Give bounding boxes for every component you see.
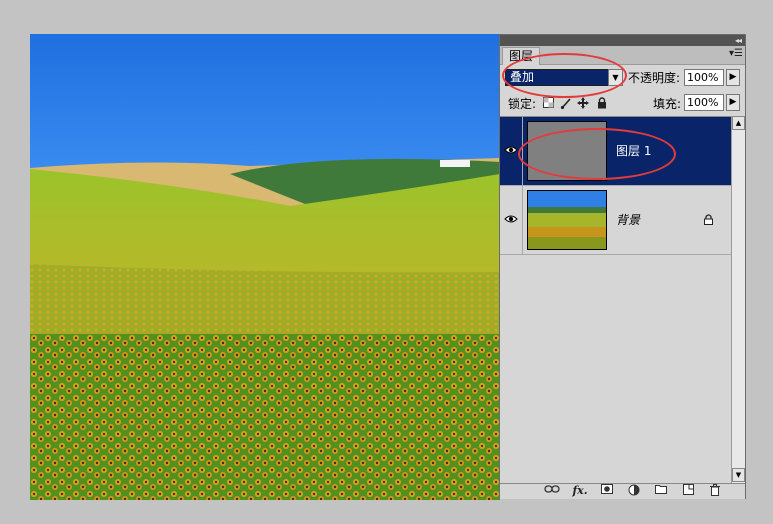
fx-icon[interactable]: fx.: [572, 484, 588, 498]
eye-icon: [504, 215, 518, 223]
lock-position-icon[interactable]: [576, 97, 589, 110]
opacity-slider-button[interactable]: ▶: [726, 69, 740, 86]
lock-icon: [704, 214, 713, 229]
lock-all-icon[interactable]: [595, 97, 608, 110]
group-folder-icon[interactable]: [653, 484, 669, 498]
scroll-down-button[interactable]: ▼: [732, 468, 745, 482]
mask-icon[interactable]: [599, 484, 615, 498]
visibility-toggle[interactable]: [500, 186, 523, 254]
fill-slider-button[interactable]: ▶: [726, 94, 740, 111]
panel-titlebar[interactable]: ◂◂: [500, 35, 745, 46]
opacity-field[interactable]: 100%: [684, 69, 724, 86]
trash-icon[interactable]: [707, 484, 723, 498]
canvas-image[interactable]: [30, 34, 500, 500]
layer-name[interactable]: 背景: [616, 212, 640, 228]
adjustment-icon[interactable]: [626, 484, 642, 498]
eye-icon: [504, 146, 518, 154]
scroll-up-button[interactable]: ▲: [732, 116, 745, 130]
panel-bottom-bar: fx.: [500, 483, 745, 499]
layers-scrollbar[interactable]: ▲ ▼: [731, 116, 745, 483]
lock-fill-row: 锁定: 填充: 100% ▶: [500, 93, 745, 115]
new-layer-icon[interactable]: [680, 484, 696, 498]
lock-transparent-icon[interactable]: [542, 97, 555, 110]
layer-row-background[interactable]: 背景: [500, 186, 731, 255]
annotation-ellipse-layer: [518, 128, 676, 180]
annotation-ellipse-blend: [502, 53, 627, 98]
panel-menu-icon[interactable]: ▾☰: [729, 48, 743, 60]
fill-label: 填充:: [653, 97, 682, 111]
fill-field[interactable]: 100%: [684, 94, 724, 111]
layers-panel: ◂◂ 图层 ▾☰ 叠加 ▼ 不透明度: 100% ▶ 锁定: 填充: 100% …: [499, 34, 746, 499]
lock-paint-icon[interactable]: [559, 97, 572, 110]
sunflower-field-picture: [30, 34, 500, 500]
lock-label: 锁定:: [508, 97, 537, 111]
layer-thumbnail[interactable]: [527, 190, 607, 250]
opacity-label: 不透明度:: [628, 71, 681, 85]
collapse-icon[interactable]: ◂◂: [735, 35, 742, 46]
link-icon[interactable]: [544, 484, 560, 498]
